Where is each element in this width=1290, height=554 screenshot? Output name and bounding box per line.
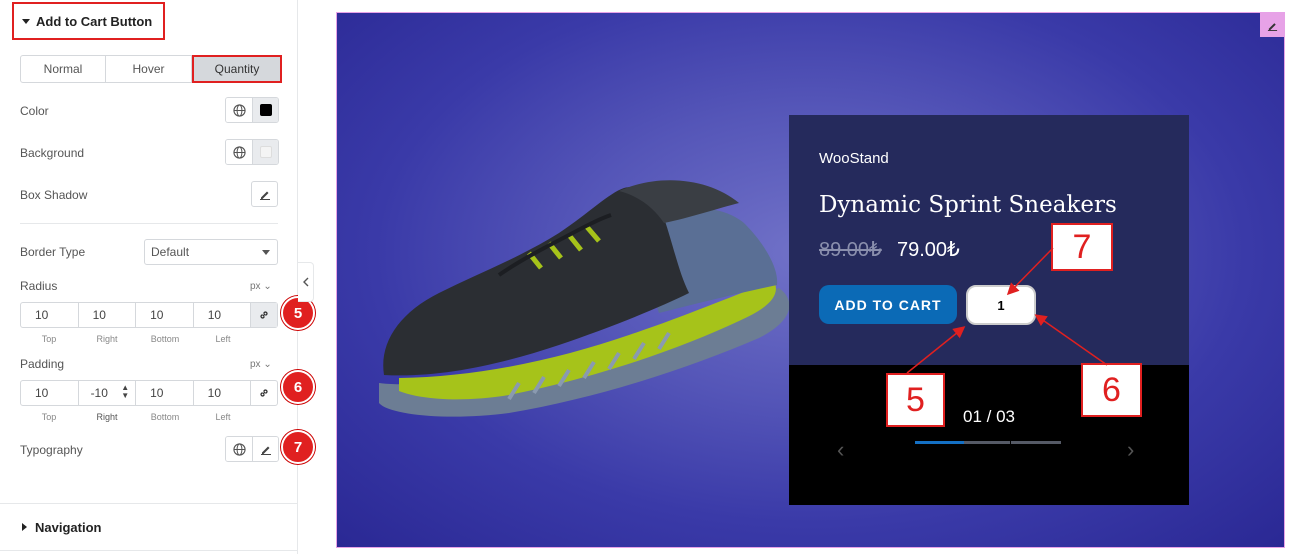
padding-unit: px <box>250 359 261 370</box>
padding-left-input[interactable]: 10 <box>194 381 252 405</box>
radius-dimensions: 10 10 10 10 <box>20 302 278 328</box>
typography-control <box>225 436 279 462</box>
box-shadow-edit-button[interactable] <box>251 181 278 207</box>
globe-icon[interactable] <box>226 437 252 461</box>
background-label: Background <box>20 146 85 160</box>
color-swatch[interactable] <box>252 98 278 122</box>
collapse-panel-button[interactable] <box>298 262 314 302</box>
label-left: Left <box>215 412 231 422</box>
link-icon[interactable] <box>251 381 277 405</box>
color-control <box>225 97 279 123</box>
typography-label: Typography <box>20 443 83 457</box>
divider <box>20 223 278 224</box>
padding-right-input[interactable]: -10 ▲ ▼ <box>79 381 137 405</box>
chevron-left-icon <box>302 277 308 287</box>
spinner-icon[interactable]: ▲ ▼ <box>121 384 129 400</box>
padding-side-labels: Top Right Bottom Left <box>20 412 252 422</box>
callout-badge-7: 7 <box>281 430 315 464</box>
link-icon[interactable] <box>251 303 277 327</box>
label-top: Top <box>41 334 57 344</box>
tab-normal[interactable]: Normal <box>20 55 106 83</box>
border-type-select[interactable]: Default <box>144 239 278 265</box>
navigation-title: Navigation <box>35 519 102 535</box>
arrow-6 <box>1034 314 1108 366</box>
globe-icon[interactable] <box>226 140 252 164</box>
label-right: Right <box>96 334 118 344</box>
arrow-5 <box>906 326 966 374</box>
label-right: Right <box>96 412 118 422</box>
callout-arrows <box>906 247 1108 374</box>
pencil-icon[interactable] <box>252 437 278 461</box>
radius-left-input[interactable]: 10 <box>194 303 252 327</box>
arrow-7 <box>1006 247 1054 296</box>
background-swatch[interactable] <box>252 140 278 164</box>
section-title: Add to Cart Button <box>36 13 153 29</box>
color-label: Color <box>20 104 49 118</box>
box-shadow-label: Box Shadow <box>20 188 88 202</box>
radius-bottom-input[interactable]: 10 <box>136 303 194 327</box>
radius-unit-select[interactable]: px ⌄ <box>250 281 272 292</box>
padding-right-value: -10 <box>90 386 108 400</box>
label-left: Left <box>215 334 231 344</box>
swatch-black <box>259 104 272 116</box>
border-type-value: Default <box>151 245 190 259</box>
settings-panel: Add to Cart Button Normal Hover Quantity… <box>0 0 315 554</box>
tab-hover[interactable]: Hover <box>106 55 192 83</box>
radius-side-labels: Top Right Bottom Left <box>20 334 252 344</box>
padding-top-input[interactable]: 10 <box>21 381 79 405</box>
radius-label: Radius <box>20 279 58 293</box>
globe-icon[interactable] <box>226 98 252 122</box>
label-bottom: Bottom <box>150 412 180 422</box>
radius-unit: px <box>250 281 261 292</box>
padding-unit-select[interactable]: px ⌄ <box>250 359 272 370</box>
pencil-icon <box>259 191 270 200</box>
background-control <box>225 139 279 165</box>
section-header-navigation[interactable]: Navigation <box>0 503 298 551</box>
tab-quantity[interactable]: Quantity <box>192 55 282 83</box>
label-bottom: Bottom <box>150 334 180 344</box>
section-header-add-to-cart[interactable]: Add to Cart Button <box>12 2 165 40</box>
radius-right-input[interactable]: 10 <box>79 303 137 327</box>
padding-label: Padding <box>20 357 65 371</box>
editor-screen: Add to Cart Button Normal Hover Quantity… <box>0 0 1290 554</box>
padding-dimensions: 10 -10 ▲ ▼ 10 10 <box>20 380 278 406</box>
border-type-label: Border Type <box>20 245 86 259</box>
preview-canvas: WooStand Dynamic Sprint Sneakers 89.00₺ … <box>336 12 1285 548</box>
caret-down-icon <box>22 18 30 24</box>
caret-right-icon <box>22 523 27 531</box>
state-tabs: Normal Hover Quantity <box>20 55 282 83</box>
label-top: Top <box>41 412 57 422</box>
chevron-down-icon <box>262 250 270 255</box>
radius-top-input[interactable]: 10 <box>21 303 79 327</box>
swatch-light <box>259 146 272 158</box>
padding-bottom-input[interactable]: 10 <box>136 381 194 405</box>
callout-badge-6: 6 <box>281 370 315 404</box>
